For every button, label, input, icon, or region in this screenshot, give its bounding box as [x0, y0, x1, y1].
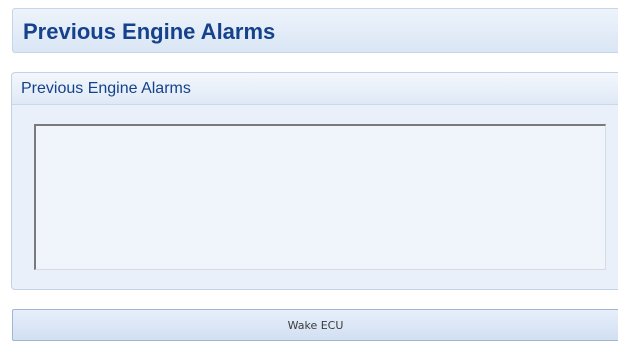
page-title: Previous Engine Alarms [23, 19, 276, 44]
alarms-list[interactable] [34, 124, 606, 270]
page-header: Previous Engine Alarms [12, 8, 618, 53]
wake-ecu-button[interactable]: Wake ECU [12, 309, 618, 341]
alarms-group-panel: Previous Engine Alarms [11, 72, 618, 290]
group-header: Previous Engine Alarms [12, 73, 618, 105]
wake-ecu-label: Wake ECU [287, 319, 344, 332]
group-title: Previous Engine Alarms [21, 80, 191, 97]
